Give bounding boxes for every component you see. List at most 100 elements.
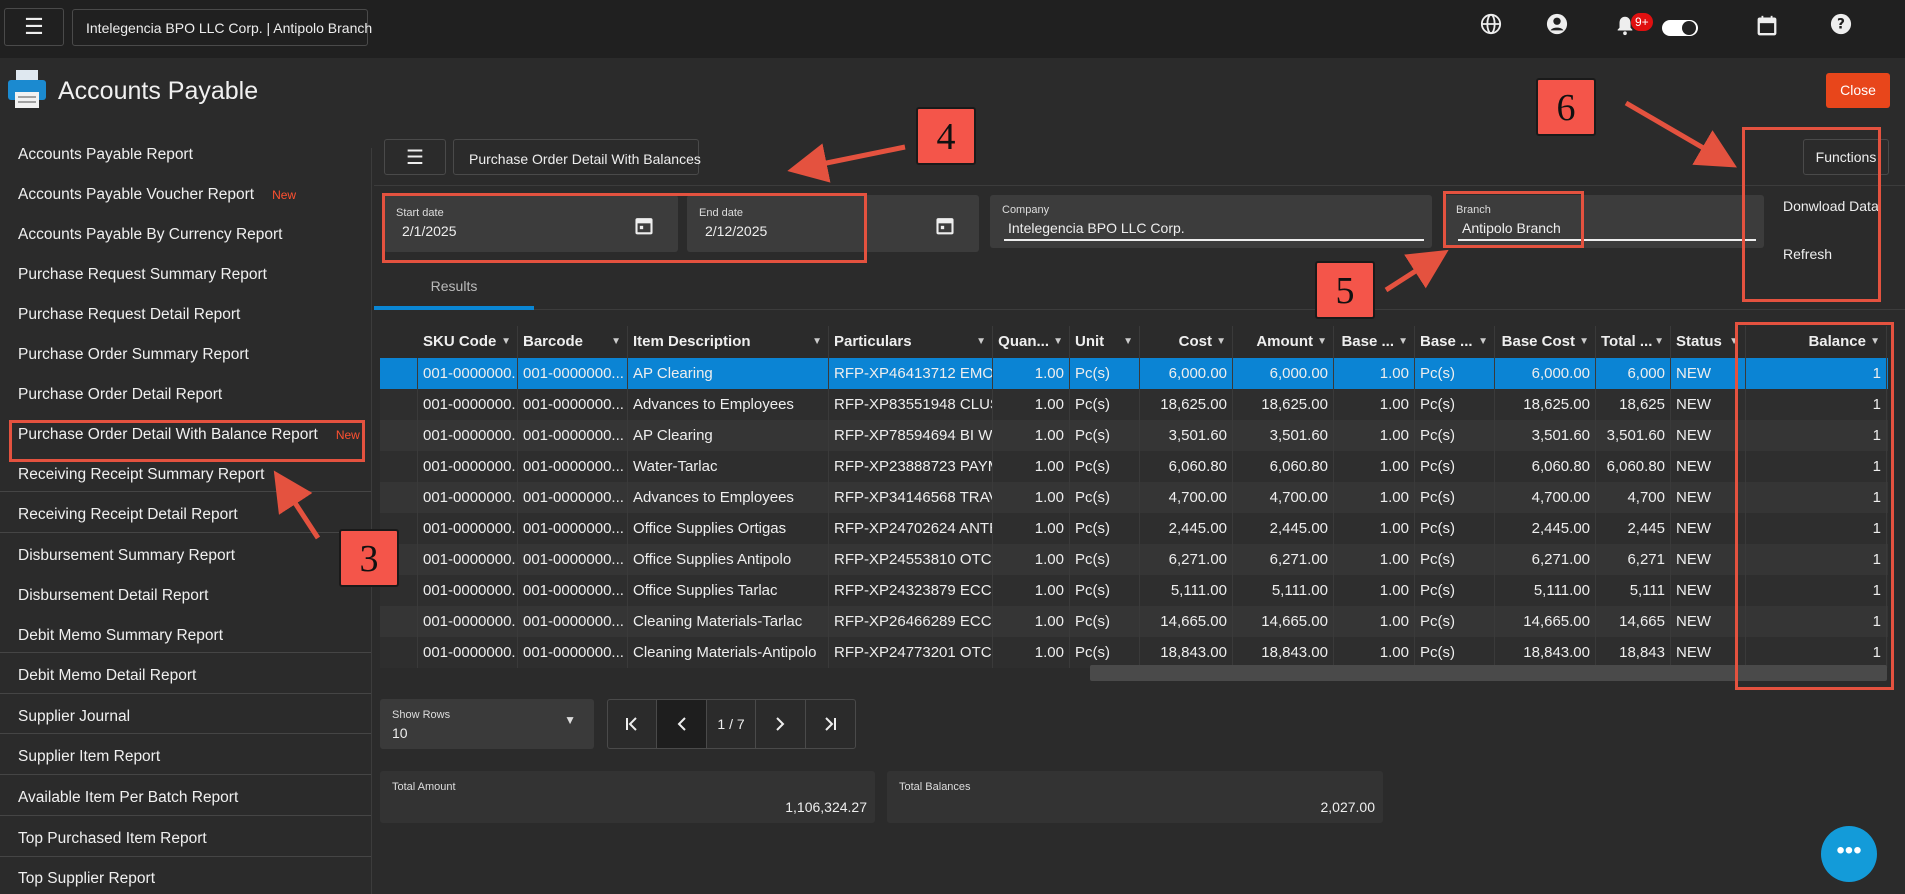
close-button[interactable]: Close bbox=[1826, 73, 1890, 108]
filter-icon[interactable]: ▼ bbox=[1398, 326, 1408, 358]
table-cell: Pc(s) bbox=[1070, 482, 1140, 513]
filter-icon[interactable]: ▼ bbox=[1654, 326, 1664, 358]
tab-results[interactable]: Results bbox=[374, 262, 534, 310]
table-cell: RFP-XP26466289 ECC ... bbox=[829, 606, 993, 637]
column-header[interactable]: Barcode ▼ bbox=[518, 326, 628, 358]
table-row[interactable]: 001-0000000... 001-0000000... Advances to … bbox=[380, 389, 1888, 420]
sidebar-item[interactable]: Disbursement Detail Report bbox=[0, 576, 371, 616]
company-field[interactable]: Company Intelegencia BPO LLC Corp. bbox=[990, 195, 1432, 248]
last-page-button[interactable] bbox=[806, 700, 855, 748]
main-menu-button[interactable]: ☰ bbox=[4, 8, 64, 46]
column-header[interactable]: Base ... ▼ bbox=[1334, 326, 1415, 358]
column-header[interactable]: Quan... ▼ bbox=[993, 326, 1070, 358]
sidebar-item[interactable]: Receiving Receipt Detail Report bbox=[0, 495, 371, 535]
sidebar-item[interactable]: Debit Memo Detail Report bbox=[0, 656, 371, 696]
sidebar-item-label: Accounts Payable Report bbox=[18, 148, 193, 163]
table-cell: 001-0000000... bbox=[518, 575, 628, 606]
sidebar-item[interactable]: Top Supplier Report bbox=[0, 859, 371, 894]
sidebar-item[interactable]: Disbursement Summary Report bbox=[0, 536, 371, 576]
sidebar-item[interactable]: Purchase Request Detail Report bbox=[0, 295, 371, 335]
table-cell: 14,665 bbox=[1596, 606, 1671, 637]
column-header[interactable]: Base Cost ▼ bbox=[1495, 326, 1596, 358]
column-header[interactable]: SKU Code ▼ bbox=[418, 326, 518, 358]
column-header[interactable]: Total ... ▼ bbox=[1596, 326, 1671, 358]
next-page-button[interactable] bbox=[756, 700, 806, 748]
table-cell: 5,111.00 bbox=[1233, 575, 1334, 606]
table-row[interactable]: 001-0000000... 001-0000000... Cleaning Mat… bbox=[380, 606, 1888, 637]
globe-icon[interactable] bbox=[1480, 13, 1502, 41]
sidebar-item[interactable]: Purchase Order Detail Report bbox=[0, 375, 371, 415]
filter-icon[interactable]: ▼ bbox=[1216, 326, 1226, 358]
column-header[interactable]: Amount ▼ bbox=[1233, 326, 1334, 358]
column-header[interactable]: Unit ▼ bbox=[1070, 326, 1140, 358]
table-cell: RFP-XP24553810 OTC ... bbox=[829, 544, 993, 575]
table-row[interactable]: 001-0000000... 001-0000000... Office Suppl… bbox=[380, 544, 1888, 575]
filter-icon[interactable]: ▼ bbox=[501, 326, 511, 358]
column-header[interactable]: Particulars ▼ bbox=[829, 326, 993, 358]
report-title: Purchase Order Detail With Balances bbox=[453, 139, 701, 175]
column-header-label: Barcode bbox=[523, 333, 584, 350]
calendar-icon[interactable] bbox=[1756, 13, 1778, 43]
sidebar-item[interactable]: Debit Memo Summary Report bbox=[0, 616, 371, 656]
table-row[interactable]: 001-0000000... 001-0000000... Water-Tarlac… bbox=[380, 451, 1888, 482]
sidebar-item[interactable]: Accounts Payable By Currency Report bbox=[0, 215, 371, 255]
filter-icon[interactable]: ▼ bbox=[1053, 326, 1063, 358]
table-row[interactable]: 001-0000000... 001-0000000... Office Suppl… bbox=[380, 575, 1888, 606]
table-cell: Office Supplies Tarlac bbox=[628, 575, 829, 606]
sidebar-item[interactable]: Accounts Payable Voucher Report New bbox=[0, 175, 371, 215]
filter-icon[interactable]: ▼ bbox=[1478, 326, 1488, 358]
table-row[interactable]: 001-0000000... 001-0000000... Office Suppl… bbox=[380, 513, 1888, 544]
branch-selector[interactable]: Intelegencia BPO LLC Corp. | Antipolo Br… bbox=[72, 9, 372, 46]
first-page-button[interactable] bbox=[608, 700, 658, 748]
table-row[interactable]: 001-0000000... 001-0000000... Cleaning Mat… bbox=[380, 637, 1888, 668]
show-rows-select[interactable]: Show Rows 10 ▼ bbox=[380, 699, 594, 749]
row-selector[interactable] bbox=[380, 637, 418, 668]
column-header[interactable]: Item Description ▼ bbox=[628, 326, 829, 358]
chevron-left-icon bbox=[677, 717, 686, 731]
sidebar-item[interactable]: Supplier Item Report bbox=[0, 737, 371, 777]
sidebar-item[interactable]: Accounts Payable Report bbox=[0, 148, 371, 175]
filter-icon[interactable]: ▼ bbox=[1317, 326, 1327, 358]
row-selector[interactable] bbox=[380, 358, 418, 389]
account-icon[interactable] bbox=[1546, 13, 1568, 41]
filter-icon[interactable]: ▼ bbox=[1579, 326, 1589, 358]
row-selector[interactable] bbox=[380, 389, 418, 420]
table-cell: Pc(s) bbox=[1070, 637, 1140, 668]
table-cell: RFP-XP24323879 ECC ... bbox=[829, 575, 993, 606]
help-icon[interactable]: ? bbox=[1830, 13, 1852, 41]
row-selector[interactable] bbox=[380, 420, 418, 451]
pagination: 1 / 7 bbox=[607, 699, 856, 749]
first-page-icon bbox=[626, 717, 637, 731]
table-cell: 6,060.80 bbox=[1495, 451, 1596, 482]
sidebar-item[interactable]: Top Purchased Item Report bbox=[0, 819, 371, 859]
filter-icon[interactable]: ▼ bbox=[611, 326, 621, 358]
table-cell: 1.00 bbox=[1334, 575, 1415, 606]
row-selector[interactable] bbox=[380, 482, 418, 513]
column-header[interactable]: Base ... ▼ bbox=[1415, 326, 1495, 358]
sidebar-item-label: Debit Memo Detail Report bbox=[18, 667, 197, 684]
chat-button[interactable]: ••• bbox=[1821, 826, 1877, 882]
sidebar-item[interactable]: Available Item Per Batch Report bbox=[0, 778, 371, 818]
sidebar-item[interactable]: Purchase Order Summary Report bbox=[0, 335, 371, 375]
table-cell: 1.00 bbox=[993, 451, 1070, 482]
sidebar-item-label: Purchase Request Summary Report bbox=[18, 266, 267, 283]
column-header-label: Unit bbox=[1075, 333, 1105, 350]
table-row[interactable]: 001-0000000... 001-0000000... AP Clearing R… bbox=[380, 358, 1888, 389]
filter-icon[interactable]: ▼ bbox=[1123, 326, 1133, 358]
calendar-icon[interactable] bbox=[935, 215, 955, 235]
filter-icon[interactable]: ▼ bbox=[976, 326, 986, 358]
table-row[interactable]: 001-0000000... 001-0000000... Advances to … bbox=[380, 482, 1888, 513]
table-row[interactable]: 001-0000000... 001-0000000... AP Clearing R… bbox=[380, 420, 1888, 451]
sidebar-item[interactable]: Supplier Journal bbox=[0, 697, 371, 737]
report-menu-button[interactable]: ☰ bbox=[384, 139, 446, 175]
row-selector[interactable] bbox=[380, 606, 418, 637]
row-selector[interactable] bbox=[380, 451, 418, 482]
filter-icon[interactable]: ▼ bbox=[812, 326, 822, 358]
table-cell: 18,843 bbox=[1596, 637, 1671, 668]
previous-page-button[interactable] bbox=[657, 700, 707, 748]
column-header[interactable]: Cost ▼ bbox=[1140, 326, 1233, 358]
sidebar-item-label: Purchase Order Detail Report bbox=[18, 386, 223, 403]
column-header-label: Base Cost bbox=[1501, 333, 1575, 350]
sidebar-item[interactable]: Purchase Request Summary Report bbox=[0, 255, 371, 295]
theme-toggle[interactable] bbox=[1662, 20, 1698, 36]
